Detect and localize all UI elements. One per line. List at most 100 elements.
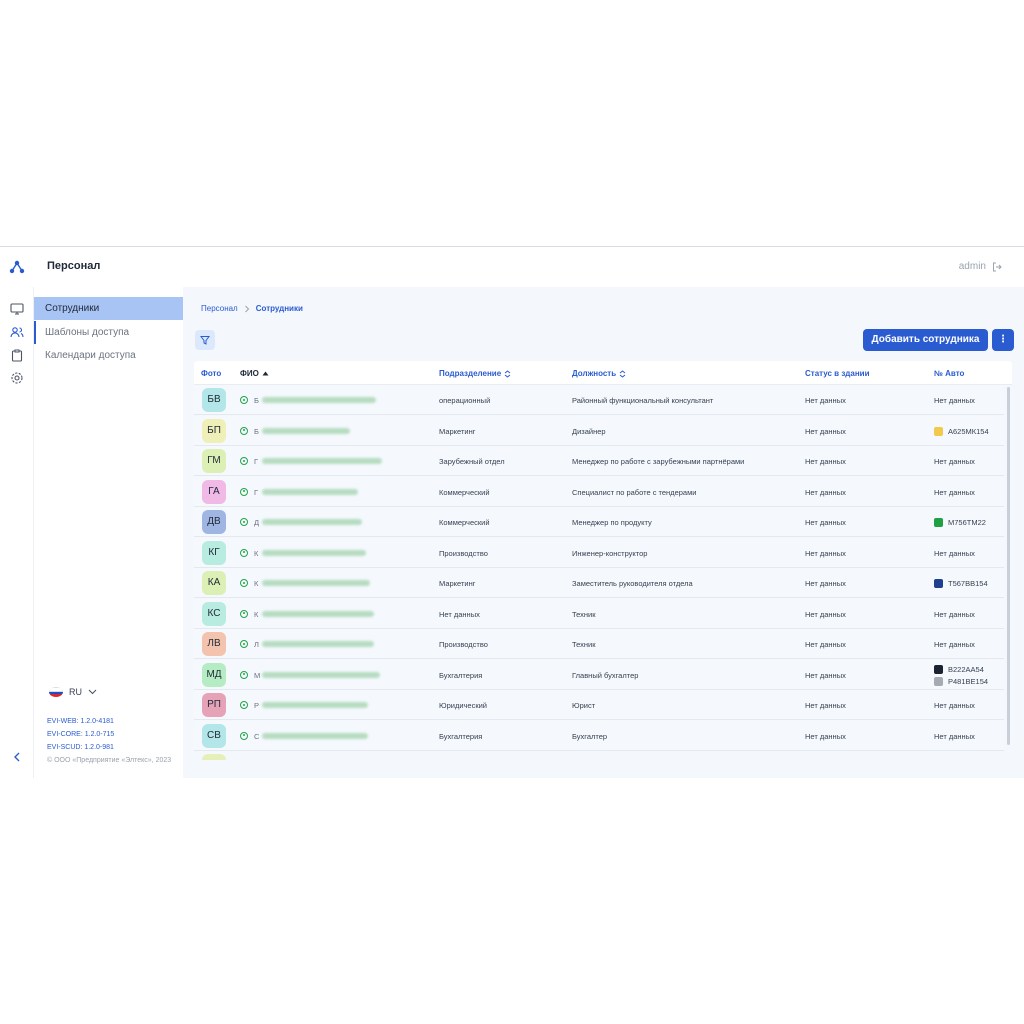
employee-name-redacted[interactable]: [262, 702, 368, 708]
car-plate: В222АА54: [934, 664, 988, 674]
collapse-chevron-icon[interactable]: [9, 749, 25, 765]
employee-name-redacted[interactable]: [262, 549, 366, 556]
status-cell: Нет данных: [805, 487, 846, 497]
department-cell: операционный: [439, 396, 491, 405]
table-row[interactable]: ГМ Г Зарубежный отдел Менеджер по работе с …: [194, 446, 1004, 476]
employee-name-redacted[interactable]: [262, 641, 374, 647]
table-row[interactable]: ГА Г Коммерческий Специалист по работе с те…: [194, 476, 1004, 507]
car-plate-text: Т567ВВ154: [948, 579, 988, 588]
table-row[interactable]: КА К Маркетинг Заместитель руководителя отд…: [194, 568, 1004, 598]
sidebar-item-employees[interactable]: Сотрудники: [34, 297, 183, 320]
employee-name-redacted[interactable]: [262, 488, 358, 495]
monitor-icon[interactable]: [9, 301, 25, 317]
avatar: БВ: [202, 388, 226, 412]
employee-name-redacted[interactable]: [262, 458, 382, 464]
add-employee-button[interactable]: Добавить сотрудника: [863, 329, 988, 351]
online-status-icon: [240, 701, 248, 709]
car-plate: А625МК154: [934, 426, 989, 436]
table-row[interactable]: КС К Нет данных Техник Нет данных Нет данных: [194, 598, 1004, 629]
car-plates-cell: В222АА54 Р481ВЕ154: [934, 664, 989, 686]
table-row[interactable]: ЛВ Л Производство Техник Нет данных Нет данны…: [194, 629, 1004, 659]
table-row[interactable]: РП Р Юридический Юрист Нет данных Нет данных: [194, 690, 1004, 720]
employee-name-redacted[interactable]: [262, 610, 374, 617]
department-cell: Бухгалтерия: [439, 731, 483, 741]
language-label: RU: [69, 687, 82, 697]
position-cell: Специалист по работе с тендерами: [572, 487, 697, 497]
employee-name-initial: К: [254, 548, 259, 558]
status-cell: Нет данных: [805, 396, 846, 405]
status-cell: Нет данных: [805, 640, 846, 649]
table-row[interactable]: ДВ Д Коммерческий Менеджер по продукту Нет д…: [194, 507, 1004, 537]
car-plate: Нет данных: [934, 457, 975, 466]
sidebar-item-access-calendars[interactable]: Календари доступа: [34, 344, 183, 367]
sort-asc-icon: [262, 371, 269, 376]
logout-icon[interactable]: [992, 262, 1002, 272]
status-cell: Нет данных: [805, 548, 846, 558]
car-plate-text: Нет данных: [934, 457, 975, 466]
car-plates-cell: Нет данных: [934, 640, 975, 649]
department-cell: Производство: [439, 548, 488, 558]
car-plates-cell: Нет данных: [934, 457, 975, 466]
users-icon[interactable]: [9, 324, 25, 340]
car-plate-text: Нет данных: [934, 548, 975, 558]
vertical-scrollbar[interactable]: [1007, 387, 1010, 745]
online-status-icon: [240, 487, 248, 496]
car-plate-text: Нет данных: [934, 487, 975, 497]
employee-name-redacted[interactable]: [262, 397, 376, 403]
status-cell: Нет данных: [805, 701, 846, 710]
employee-name-redacted[interactable]: [262, 732, 368, 739]
employee-name-initial: Л: [254, 640, 259, 649]
position-cell: Менеджер по работе с зарубежными партнёр…: [572, 457, 745, 466]
avatar: [202, 754, 226, 760]
car-plate-text: Р481ВЕ154: [948, 676, 989, 686]
department-cell: Юридический: [439, 701, 487, 710]
table-row[interactable]: БП Б Маркетинг Дизайнер Нет данных А625МК154: [194, 415, 1004, 446]
online-status-icon: [240, 670, 248, 679]
gear-icon[interactable]: [9, 370, 25, 386]
table-row[interactable]: СВ С Бухгалтерия Бухгалтер Нет данных Нет дан…: [194, 720, 1004, 751]
car-plate-text: А625МК154: [948, 426, 989, 436]
table-row[interactable]: КГ К Производство Инженер-конструктор Нет да…: [194, 537, 1004, 568]
avatar: МД: [202, 662, 226, 687]
employee-name-redacted[interactable]: [262, 671, 380, 678]
position-cell: Менеджер по продукту: [572, 518, 652, 527]
clipboard-icon[interactable]: [9, 347, 25, 363]
employee-name-redacted[interactable]: [262, 427, 350, 434]
sidebar-item-access-templates[interactable]: Шаблоны доступа: [34, 321, 183, 344]
logo-icon: [9, 260, 25, 274]
filter-button[interactable]: [195, 330, 215, 350]
filter-icon: [200, 336, 210, 345]
department-cell: Маркетинг: [439, 426, 476, 436]
online-status-icon: [240, 731, 248, 740]
table-body: БВ Боперационный Районный функциональный к…: [194, 385, 1012, 760]
col-department[interactable]: Подразделение: [439, 369, 511, 378]
online-status-icon: [240, 457, 248, 465]
car-plates-cell: Т567ВВ154: [934, 579, 988, 588]
avatar: КГ: [202, 540, 226, 565]
col-position[interactable]: Должность: [572, 369, 626, 378]
position-cell: Дизайнер: [572, 426, 606, 436]
page-title: Персонал: [47, 260, 101, 272]
avatar: БП: [202, 418, 226, 443]
employee-name-redacted[interactable]: [262, 580, 370, 586]
username: admin: [958, 261, 986, 272]
car-color-swatch-icon: [934, 579, 943, 588]
table-row[interactable]: МД М Бухгалтерия Главный бухгалтер Нет данны…: [194, 659, 1004, 690]
online-status-icon: [240, 548, 248, 557]
col-name[interactable]: ФИО: [240, 369, 269, 378]
employee-name-redacted[interactable]: [262, 519, 362, 525]
car-plate-text: Нет данных: [934, 701, 975, 710]
avatar: СВ: [202, 723, 226, 748]
user-menu[interactable]: admin: [959, 261, 1002, 272]
app-window: Персонал admin Сотрудники Шаблоны доступ…: [0, 246, 1024, 778]
table-row[interactable]: БВ Боперационный Районный функциональный к…: [194, 385, 1004, 415]
version-core: EVI-CORE: 1.2.0-715: [47, 731, 115, 738]
avatar: РП: [202, 693, 226, 717]
breadcrumb-root[interactable]: Персонал: [201, 304, 238, 313]
department-cell: Производство: [439, 640, 488, 649]
car-plate-text: Нет данных: [934, 609, 975, 619]
language-selector[interactable]: RU: [49, 687, 97, 697]
more-options-button[interactable]: ⋮: [992, 329, 1014, 351]
car-plate: М756ТМ22: [934, 518, 986, 527]
employee-name-initial: Г: [254, 457, 259, 466]
